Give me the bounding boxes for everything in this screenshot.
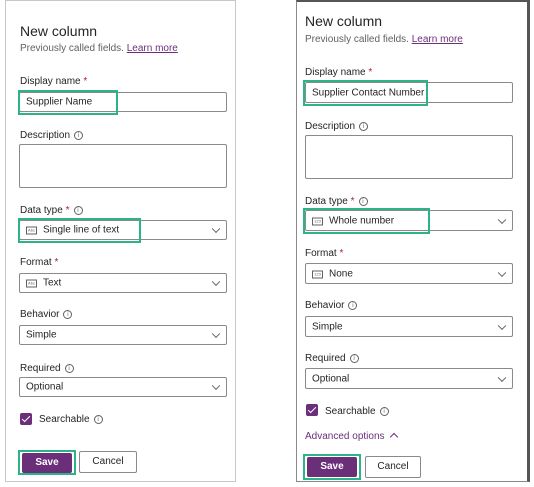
required-marker: *: [65, 205, 70, 216]
chevron-down-icon: [211, 329, 221, 339]
chevron-down-icon: [497, 268, 507, 277]
chevron-down-icon: [211, 381, 221, 391]
required-value: Optional: [312, 373, 350, 384]
info-icon[interactable]: i: [348, 301, 358, 310]
info-icon[interactable]: i: [73, 206, 83, 215]
description-textarea[interactable]: [305, 135, 513, 179]
required-label-text: Required: [20, 363, 61, 374]
display-name-label-text: Display name: [305, 67, 366, 78]
highlight-box: [303, 208, 430, 234]
behavior-value: Simple: [26, 329, 57, 341]
required-select[interactable]: Optional: [19, 377, 227, 397]
info-icon[interactable]: i: [359, 122, 369, 131]
description-textarea[interactable]: [19, 144, 227, 188]
format-label-text: Format: [20, 257, 52, 268]
required-label: Required i: [20, 363, 74, 374]
display-name-label: Display name *: [305, 67, 372, 78]
required-label-text: Required: [305, 353, 346, 364]
info-icon[interactable]: i: [74, 131, 84, 140]
display-name-label-text: Display name: [20, 76, 81, 87]
data-type-label: Data type * i: [20, 205, 83, 216]
required-marker: *: [83, 76, 88, 87]
description-label: Description i: [305, 121, 369, 132]
behavior-label-text: Behavior: [305, 300, 345, 311]
behavior-label: Behavior i: [20, 309, 73, 320]
learn-more-link[interactable]: Learn more: [127, 43, 178, 54]
searchable-checkbox[interactable]: [306, 404, 318, 416]
searchable-label-text: Searchable: [325, 406, 376, 417]
format-label-text: Format: [305, 248, 337, 259]
display-name-label: Display name *: [20, 76, 87, 87]
format-value: None: [329, 268, 353, 279]
chevron-down-icon: [497, 215, 507, 224]
data-type-label: Data type * i: [305, 196, 368, 207]
behavior-select[interactable]: Simple: [305, 316, 513, 337]
searchable-label: Searchable i: [39, 414, 103, 425]
highlight-box: [18, 90, 118, 115]
cancel-button[interactable]: Cancel: [365, 456, 421, 478]
subtitle-text: Previously called fields.: [305, 34, 409, 45]
info-icon[interactable]: i: [64, 364, 74, 373]
format-select[interactable]: Abc Text: [19, 273, 227, 293]
data-type-label-text: Data type: [305, 196, 348, 207]
searchable-label-text: Searchable: [39, 414, 90, 425]
behavior-select[interactable]: Simple: [19, 325, 227, 345]
chevron-down-icon: [497, 321, 507, 330]
highlight-box: [303, 80, 428, 106]
behavior-label-text: Behavior: [20, 309, 60, 320]
advanced-options-label: Advanced options: [305, 431, 385, 442]
highlight-box: [303, 454, 361, 480]
highlight-box: [18, 450, 76, 475]
field-type-icon: 123: [312, 270, 323, 278]
required-select[interactable]: Optional: [305, 368, 513, 389]
chevron-down-icon: [497, 373, 507, 382]
highlight-box: [18, 218, 141, 243]
required-label: Required i: [305, 353, 359, 364]
format-label: Format *: [20, 257, 58, 268]
info-icon[interactable]: i: [379, 407, 389, 416]
chevron-up-icon: [389, 432, 398, 442]
required-marker: *: [54, 257, 59, 268]
behavior-value: Simple: [312, 321, 343, 332]
panel-title: New column: [305, 13, 383, 29]
chevron-down-icon: [211, 224, 221, 234]
description-label: Description i: [20, 130, 84, 141]
panel-subtitle: Previously called fields. Learn more: [305, 34, 463, 45]
required-marker: *: [368, 67, 373, 78]
behavior-label: Behavior i: [305, 300, 358, 311]
panel-title: New column: [20, 23, 98, 39]
data-type-label-text: Data type: [20, 205, 63, 216]
panel-subtitle: Previously called fields. Learn more: [20, 43, 178, 54]
advanced-options-toggle[interactable]: Advanced options: [305, 431, 398, 442]
new-column-panel-right: New column Previously called fields. Lea…: [296, 0, 530, 482]
info-icon[interactable]: i: [358, 197, 368, 206]
field-type-icon: Abc: [26, 279, 37, 288]
info-icon[interactable]: i: [63, 310, 73, 319]
format-value: Text: [43, 277, 62, 289]
searchable-label: Searchable i: [325, 406, 389, 417]
required-marker: *: [350, 196, 355, 207]
format-label: Format *: [305, 248, 343, 259]
chevron-down-icon: [211, 277, 221, 287]
required-marker: *: [339, 248, 344, 259]
description-label-text: Description: [20, 130, 71, 141]
format-select[interactable]: 123 None: [305, 263, 513, 284]
learn-more-link[interactable]: Learn more: [412, 34, 463, 45]
new-column-panel-left: New column Previously called fields. Lea…: [5, 0, 236, 482]
info-icon[interactable]: i: [349, 354, 359, 363]
required-value: Optional: [26, 381, 64, 393]
cancel-button[interactable]: Cancel: [79, 451, 137, 473]
info-icon[interactable]: i: [93, 415, 103, 424]
description-label-text: Description: [305, 121, 356, 132]
subtitle-text: Previously called fields.: [20, 43, 124, 54]
searchable-checkbox[interactable]: [20, 413, 32, 425]
